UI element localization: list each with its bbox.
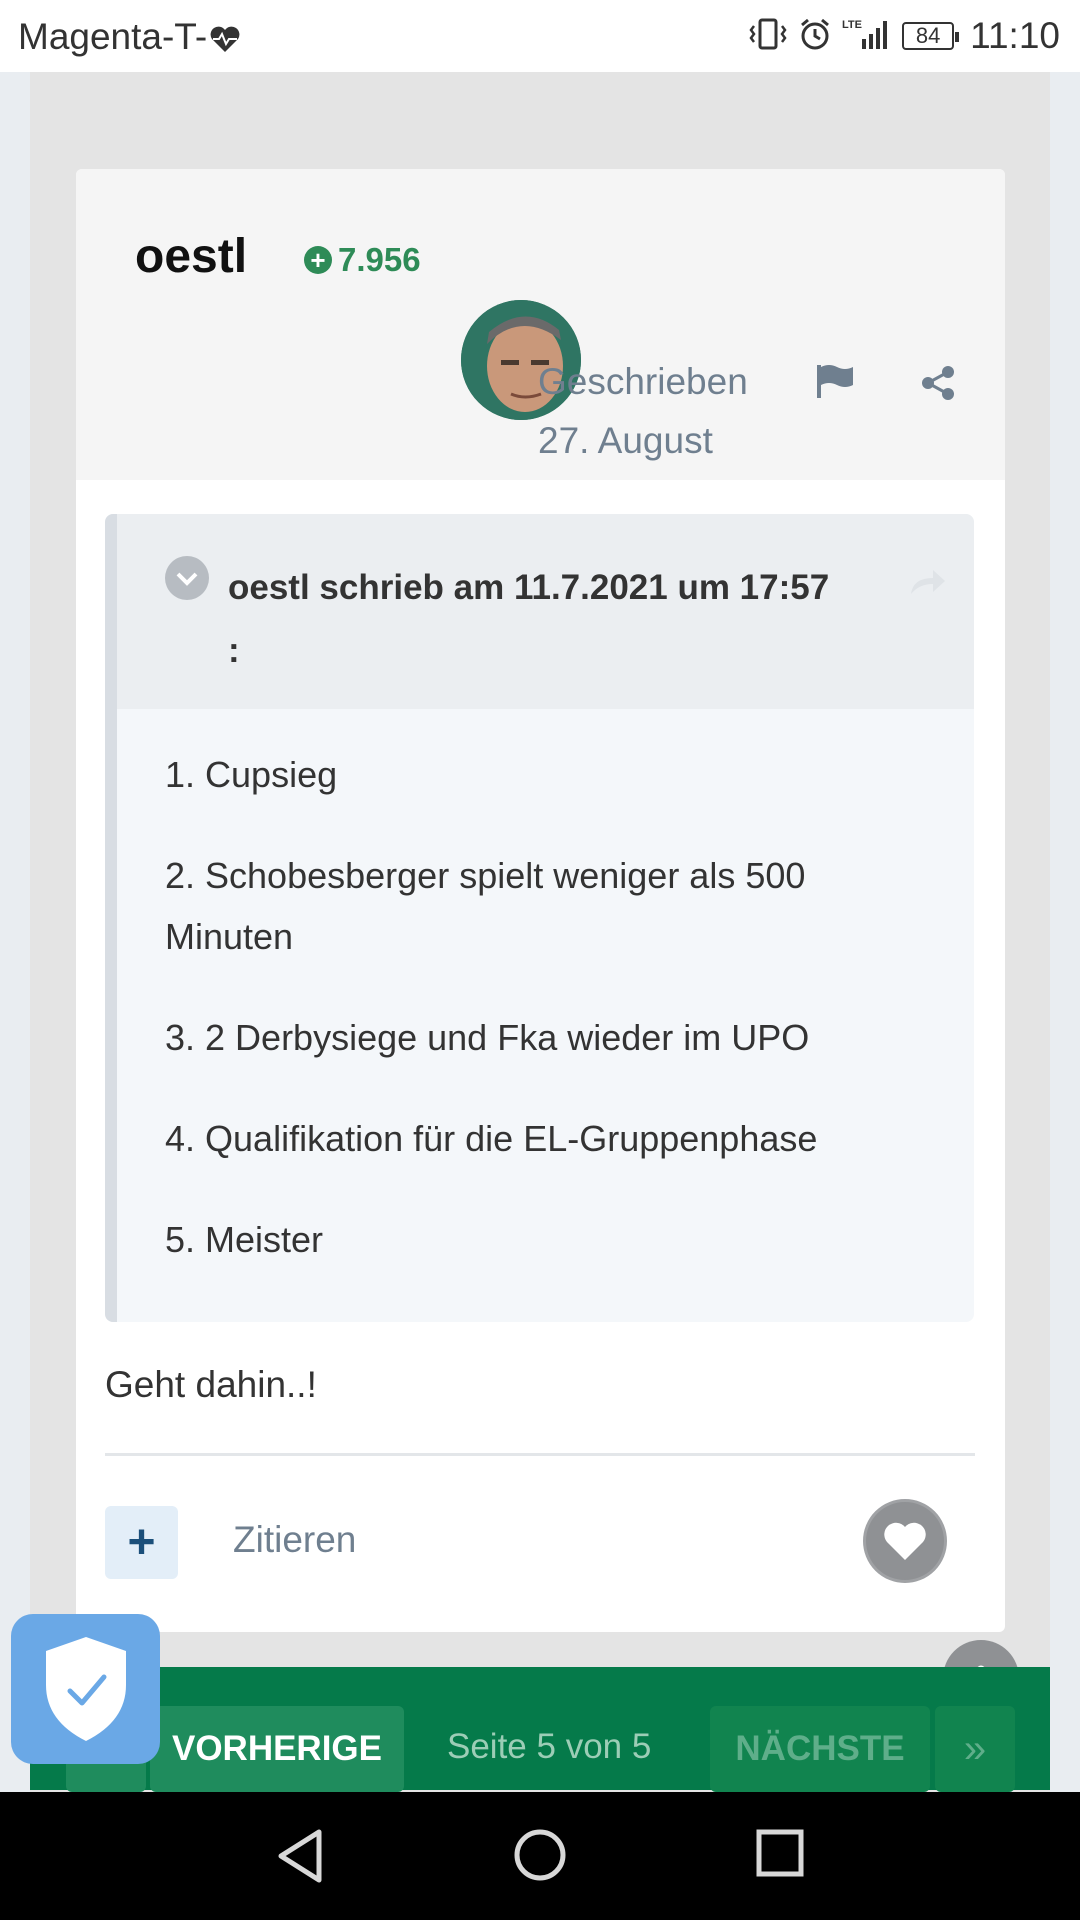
home-icon[interactable] [513,1828,567,1887]
alarm-icon [798,17,832,56]
signal-icon: LTE [842,17,892,56]
clock: 11:10 [970,15,1060,56]
battery-icon: 84 [902,22,960,50]
quote-citation-colon: : [228,631,240,670]
list-item: 5. Meister [165,1219,324,1260]
network-type-label: LTE [842,19,862,31]
carrier-name: Magenta-T- [18,16,208,57]
battery-level: 84 [915,23,941,48]
divider [105,1453,975,1456]
system-navigation-bar [0,1792,1080,1920]
share-icon[interactable] [920,365,956,406]
recent-apps-icon[interactable] [755,1828,805,1883]
author-name[interactable]: oestl [135,229,247,284]
vibrate-icon [748,17,788,56]
go-to-quote-icon[interactable] [907,566,947,603]
quote-header: oestl schrieb am 11.7.2021 um 17:57 : [117,514,974,709]
post-header: oestl + 7.956 Geschrieben 27. August [76,169,1005,480]
list-item: 3. 2 Derbysiege und Fka wieder im UPO [165,1017,810,1058]
quote-citation-text: oestl schrieb am 11.7.2021 um 17:57 [228,568,830,607]
list-item: 2. Schobesberger spielt weniger als 500 … [165,855,806,957]
like-heart-icon[interactable] [863,1499,947,1583]
previous-page-button[interactable]: VORHERIGE [150,1706,404,1792]
quote-border [105,514,117,1322]
quote-block: oestl schrieb am 11.7.2021 um 17:57 : 1.… [105,514,974,1322]
reputation-badge: + 7.956 [304,241,421,279]
carrier-label: Magenta-T- [18,16,241,62]
last-page-button[interactable]: » [935,1706,1015,1792]
reputation-value: 7.956 [338,241,421,278]
multiquote-add-button[interactable]: + [105,1506,178,1579]
status-bar: Magenta-T- LTE 84 11:10 [0,0,1080,72]
privacy-shield-button[interactable] [11,1614,160,1764]
status-icons: LTE 84 11:10 [748,14,1060,58]
post-body: Geht dahin..! [105,1364,317,1405]
post-card: oestl + 7.956 Geschrieben 27. August oes… [76,169,1005,1632]
list-item: 1. Cupsieg [165,754,338,795]
heart-pulse-icon [209,20,241,62]
list-item: 4. Qualifikation für die EL-Gruppenphase [165,1118,818,1159]
quote-list: 1. Cupsieg 2. Schobesberger spielt wenig… [165,744,925,1310]
shield-check-icon [45,1637,126,1741]
plus-circle-icon: + [304,246,332,274]
post-date[interactable]: 27. August [538,420,713,462]
page-background: oestl + 7.956 Geschrieben 27. August oes… [0,72,1080,1792]
collapse-toggle-icon[interactable] [165,556,209,600]
report-flag-icon[interactable] [815,363,855,404]
back-icon[interactable] [275,1828,325,1889]
next-page-button[interactable]: NÄCHSTE [710,1706,930,1792]
quote-citation[interactable]: oestl schrieb am 11.7.2021 um 17:57 : [228,556,918,682]
page-indicator[interactable]: Seite 5 von 5 [447,1727,651,1767]
quote-button[interactable]: Zitieren [233,1519,356,1561]
written-label: Geschrieben [538,361,748,402]
pagination-bar: VORHERIGE Seite 5 von 5 NÄCHSTE » [30,1667,1050,1792]
